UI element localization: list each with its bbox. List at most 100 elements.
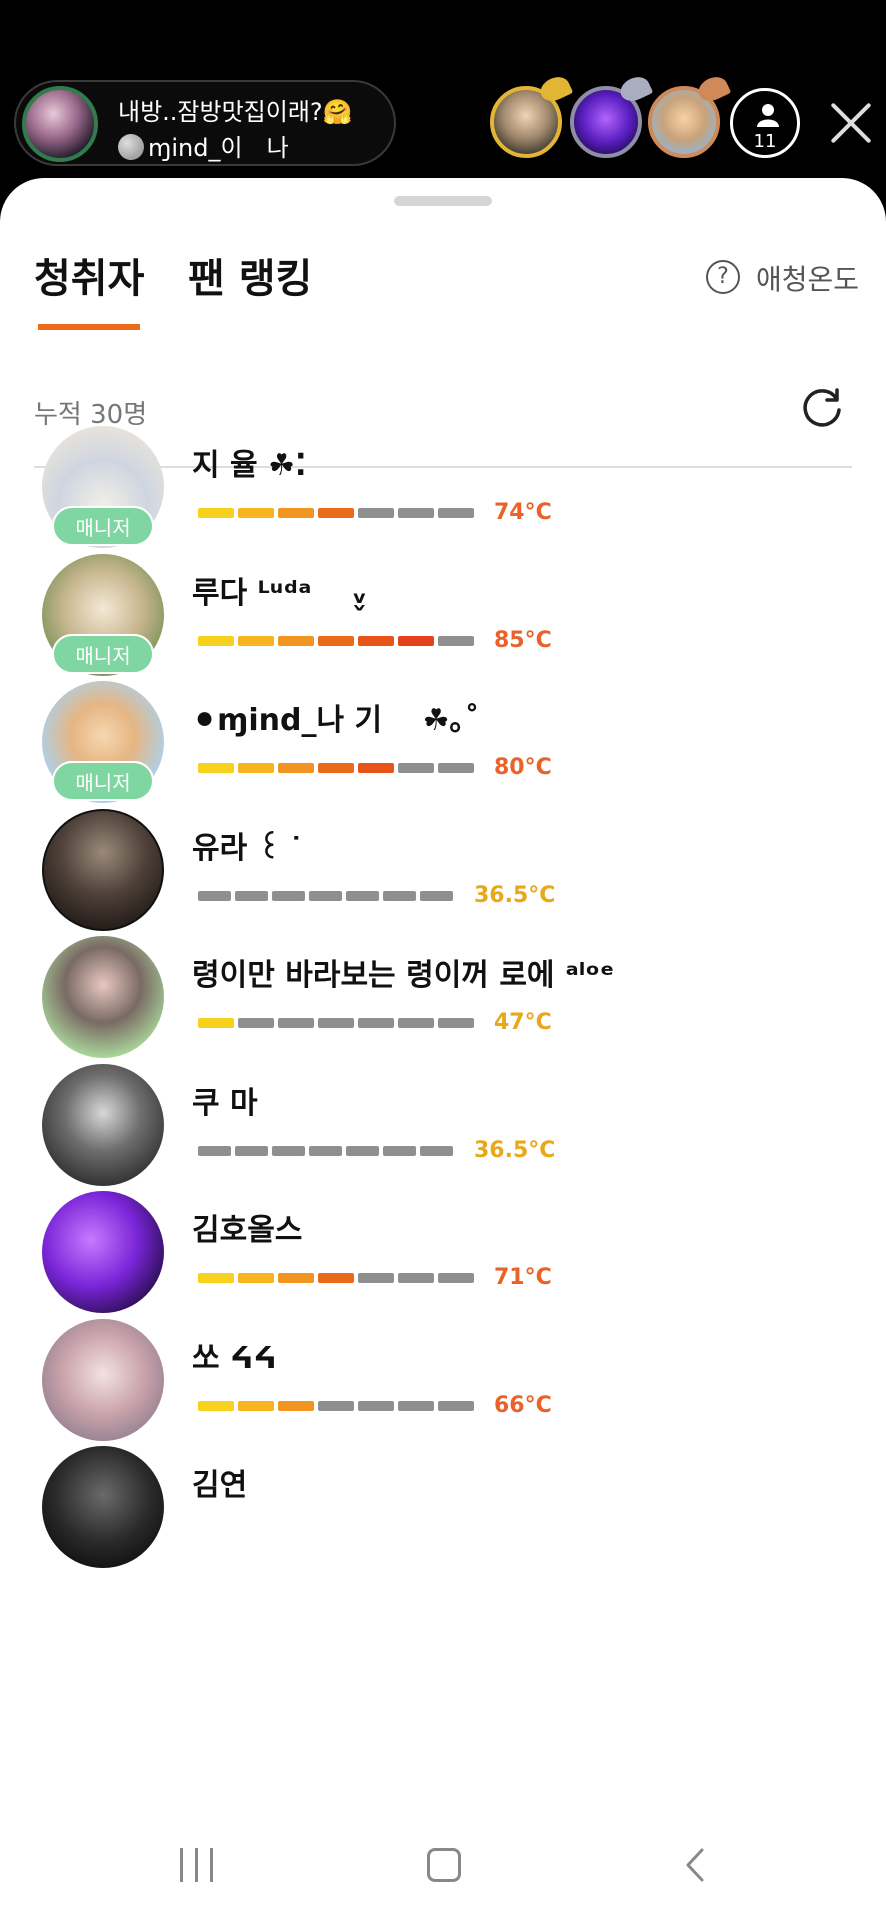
back-icon[interactable] <box>678 1848 712 1882</box>
temperature-segment <box>198 890 231 901</box>
temperature-segment <box>398 1273 434 1283</box>
temperature-segment <box>278 1400 314 1411</box>
active-tab-indicator <box>38 324 140 330</box>
temperature-value: 85°C <box>494 627 552 653</box>
temperature-segment <box>438 1018 474 1028</box>
temperature-segment <box>198 635 234 646</box>
temperature-segment <box>309 1145 342 1156</box>
temperature-bar <box>198 763 474 773</box>
temperature-value: 71°C <box>494 1265 552 1290</box>
temperature-segment <box>420 890 453 901</box>
temperature-segment <box>198 1400 234 1411</box>
temperature-value: 36.5°C <box>474 882 556 908</box>
temperature-segment <box>318 1400 354 1411</box>
temperature-segment <box>238 1018 274 1028</box>
temperature-segment <box>318 1018 354 1028</box>
avatar[interactable] <box>42 1063 164 1186</box>
avatar[interactable] <box>42 1318 164 1441</box>
temperature-segment <box>358 1018 394 1028</box>
listener-row[interactable]: 김연 <box>0 1446 886 1602</box>
temperature-segment <box>318 508 354 518</box>
tab-fan-ranking[interactable]: 팬 랭킹 <box>188 246 312 304</box>
listener-count-button[interactable]: 11 <box>730 88 800 158</box>
sheet-drag-handle[interactable] <box>394 196 492 206</box>
temperature-segment <box>438 1273 474 1283</box>
avatar[interactable] <box>42 808 164 931</box>
listener-count: 11 <box>753 131 777 152</box>
temperature-segment <box>238 635 274 646</box>
temperature-segment <box>198 508 234 518</box>
temperature-segment <box>398 508 434 518</box>
temperature-segment <box>346 1145 379 1156</box>
person-icon <box>757 104 779 127</box>
temperature-segment <box>398 763 434 773</box>
temperature-value: 80°C <box>494 755 552 780</box>
temperature-value: 74°C <box>494 500 552 525</box>
temperature-segment <box>358 1273 394 1283</box>
temperature-segment <box>278 763 314 773</box>
temperature-bar <box>198 1400 474 1411</box>
temperature-segment <box>198 1145 231 1156</box>
top-bar: 내방..잠방맛집이래?🤗 ɱind_이 나 11 <box>0 0 886 180</box>
temperature-segment <box>235 890 268 901</box>
room-title: 내방..잠방맛집이래?🤗 <box>118 98 353 126</box>
temperature-segment <box>238 1400 274 1411</box>
home-icon[interactable] <box>427 1848 461 1882</box>
temperature-segment <box>272 1145 305 1156</box>
temperature-segment <box>278 1273 314 1283</box>
affection-temp-label[interactable]: 애청온도 <box>756 258 859 298</box>
manager-badge: 매니저 <box>52 761 154 801</box>
manager-badge: 매니저 <box>52 633 154 674</box>
temperature-bar <box>198 1018 474 1028</box>
temperature-segment <box>318 635 354 646</box>
temperature-segment <box>438 1400 474 1411</box>
temperature-bar <box>198 1145 453 1156</box>
temperature-segment <box>318 1273 354 1283</box>
listener-name: 쿠 마 <box>192 1085 258 1121</box>
system-nav-bar <box>0 1818 886 1920</box>
temperature-bar <box>198 1273 474 1283</box>
host-dot-icon <box>118 134 144 160</box>
temperature-segment <box>383 1145 416 1156</box>
temperature-segment <box>198 1018 234 1028</box>
avatar[interactable] <box>42 1191 164 1313</box>
avatar[interactable] <box>42 1446 164 1568</box>
temperature-segment <box>346 890 379 901</box>
temperature-segment <box>198 763 234 773</box>
temperature-segment <box>398 1018 434 1028</box>
listener-name: ⚫ɱind_나 기 ☘︎｡˚ <box>192 703 480 738</box>
temperature-segment <box>383 890 416 901</box>
avatar[interactable] <box>42 936 164 1058</box>
room-info-pill[interactable]: 내방..잠방맛집이래?🤗 ɱind_이 나 <box>14 80 396 166</box>
temperature-segment <box>420 1145 453 1156</box>
temperature-segment <box>438 763 474 773</box>
manager-badge: 매니저 <box>52 506 154 546</box>
temperature-segment <box>278 635 314 646</box>
help-icon[interactable]: ? <box>706 260 740 294</box>
listener-name: 령이만 바라보는 령이꺼 로에 ᵃˡᵒᵉ <box>192 958 615 993</box>
temperature-segment <box>238 1273 274 1283</box>
tab-listeners[interactable]: 청취자 <box>34 246 144 304</box>
temperature-segment <box>309 890 342 901</box>
listener-name: 김연 <box>192 1468 248 1503</box>
temperature-bar <box>198 635 474 646</box>
temperature-segment <box>278 1018 314 1028</box>
listener-name: 유라 ꒰ ᐝ <box>192 830 301 866</box>
temperature-value: 36.5°C <box>474 1137 556 1163</box>
temperature-segment <box>358 1400 394 1411</box>
listener-name: 김호올스 <box>192 1213 303 1248</box>
temperature-segment <box>398 635 434 646</box>
host-avatar <box>22 86 98 162</box>
close-icon[interactable] <box>828 100 874 146</box>
temperature-value: 66°C <box>494 1392 552 1418</box>
recent-apps-icon[interactable] <box>180 1848 214 1882</box>
temperature-segment <box>272 890 305 901</box>
temperature-segment <box>438 508 474 518</box>
temperature-segment <box>238 508 274 518</box>
temperature-segment <box>198 1273 234 1283</box>
temperature-value: 47°C <box>494 1010 552 1035</box>
temperature-bar <box>198 508 474 518</box>
temperature-segment <box>235 1145 268 1156</box>
listener-name: 루다 ᴸᵘᵈᵃ ᵥ̬ <box>192 575 367 611</box>
temperature-segment <box>438 635 474 646</box>
